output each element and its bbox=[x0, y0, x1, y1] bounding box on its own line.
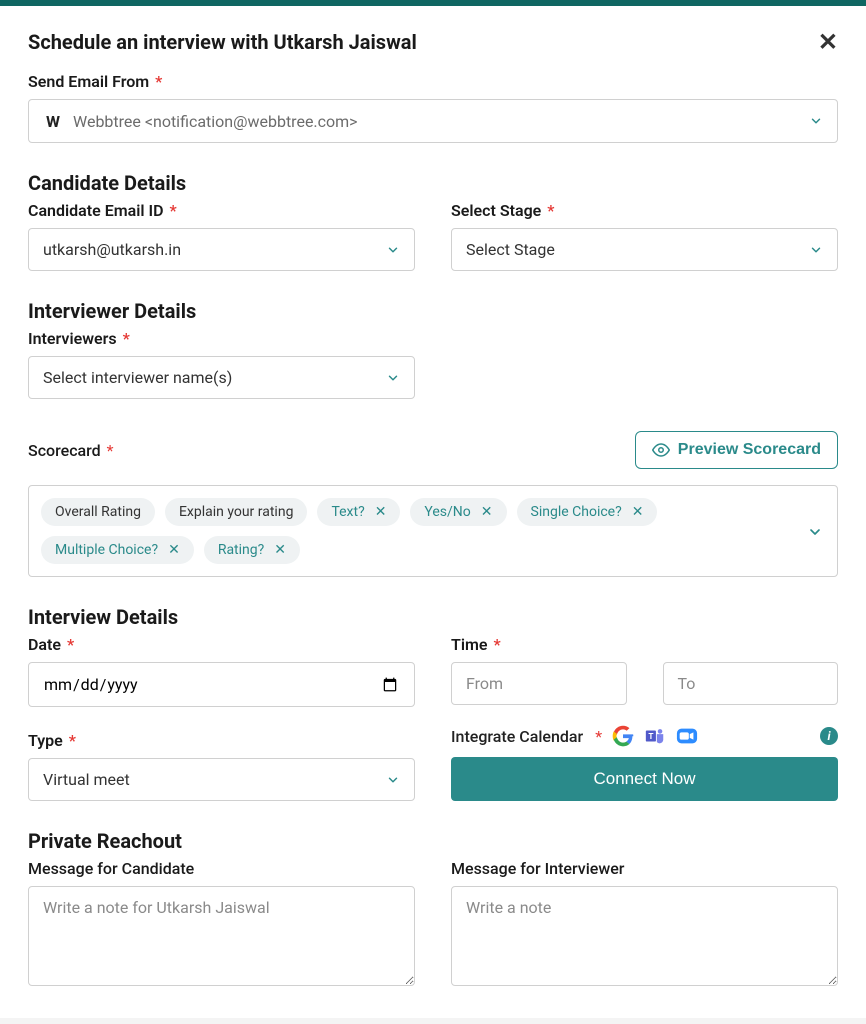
date-input[interactable] bbox=[28, 662, 415, 707]
time-label-text: Time bbox=[451, 635, 488, 654]
required-asterisk: * bbox=[107, 441, 114, 460]
chevron-down-icon bbox=[386, 243, 400, 257]
stage-placeholder: Select Stage bbox=[466, 240, 555, 259]
preview-scorecard-button[interactable]: Preview Scorecard bbox=[635, 431, 838, 469]
candidate-email-label-text: Candidate Email ID bbox=[28, 201, 164, 220]
chevron-down-icon bbox=[386, 773, 400, 787]
google-icon bbox=[612, 725, 634, 747]
integrate-label: Integrate Calendar bbox=[451, 727, 583, 746]
required-asterisk: * bbox=[67, 635, 74, 654]
send-from-label: Send Email From * bbox=[28, 72, 838, 91]
required-asterisk: * bbox=[155, 72, 162, 91]
required-asterisk: * bbox=[170, 201, 177, 220]
scorecard-label: Scorecard bbox=[28, 441, 101, 460]
required-asterisk: * bbox=[547, 201, 554, 220]
stage-select[interactable]: Select Stage bbox=[451, 228, 838, 271]
connect-now-button[interactable]: Connect Now bbox=[451, 757, 838, 801]
stage-label-text: Select Stage bbox=[451, 201, 541, 220]
zoom-icon bbox=[676, 725, 698, 747]
interviewers-select[interactable]: Select interviewer name(s) bbox=[28, 356, 415, 399]
svg-text:T: T bbox=[648, 732, 653, 742]
stage-label: Select Stage * bbox=[451, 201, 838, 220]
chip-label: Text? bbox=[331, 504, 364, 520]
scorecard-chip[interactable]: Text? ✕ bbox=[317, 498, 400, 526]
chevron-down-icon[interactable] bbox=[807, 524, 823, 540]
interviewers-label: Interviewers * bbox=[28, 329, 838, 348]
type-select[interactable]: Virtual meet bbox=[28, 758, 415, 801]
time-label: Time * bbox=[451, 635, 838, 654]
chip-label: Rating? bbox=[218, 542, 264, 558]
chevron-down-icon bbox=[386, 371, 400, 385]
chip-label: Single Choice? bbox=[531, 504, 622, 520]
chip-label: Overall Rating bbox=[55, 504, 141, 520]
info-icon[interactable]: i bbox=[820, 727, 838, 745]
preview-scorecard-label: Preview Scorecard bbox=[678, 441, 821, 459]
webbtree-logo-icon: W bbox=[43, 111, 63, 131]
scorecard-chip[interactable]: Overall Rating bbox=[41, 498, 155, 526]
chevron-down-icon bbox=[809, 114, 823, 128]
candidate-email-value: utkarsh@utkarsh.in bbox=[43, 240, 386, 259]
chip-remove-icon[interactable]: ✕ bbox=[274, 543, 286, 557]
interviewers-placeholder: Select interviewer name(s) bbox=[43, 368, 232, 387]
message-interviewer-textarea[interactable] bbox=[451, 886, 838, 986]
chevron-down-icon bbox=[809, 243, 823, 257]
candidate-email-label: Candidate Email ID * bbox=[28, 201, 415, 220]
chip-label: Multiple Choice? bbox=[55, 542, 158, 558]
scorecard-chip[interactable]: Multiple Choice? ✕ bbox=[41, 536, 194, 564]
eye-icon bbox=[652, 441, 670, 459]
interviewers-label-text: Interviewers bbox=[28, 329, 117, 348]
date-label: Date * bbox=[28, 635, 415, 654]
type-label: Type * bbox=[28, 731, 415, 750]
chip-remove-icon[interactable]: ✕ bbox=[481, 505, 493, 519]
time-from-input[interactable]: From bbox=[451, 662, 627, 705]
message-interviewer-label: Message for Interviewer bbox=[451, 859, 838, 878]
required-asterisk: * bbox=[123, 329, 130, 348]
close-icon[interactable]: ✕ bbox=[818, 30, 838, 54]
message-candidate-label: Message for Candidate bbox=[28, 859, 415, 878]
chip-remove-icon[interactable]: ✕ bbox=[632, 505, 644, 519]
scorecard-chip[interactable]: Single Choice? ✕ bbox=[517, 498, 658, 526]
scorecard-chip[interactable]: Rating? ✕ bbox=[204, 536, 300, 564]
schedule-interview-modal: Schedule an interview with Utkarsh Jaisw… bbox=[0, 6, 866, 1018]
type-label-text: Type bbox=[28, 731, 63, 750]
date-label-text: Date bbox=[28, 635, 61, 654]
chip-label: Yes/No bbox=[424, 504, 470, 520]
type-value: Virtual meet bbox=[43, 770, 386, 789]
chip-remove-icon[interactable]: ✕ bbox=[375, 505, 387, 519]
scorecard-chip[interactable]: Yes/No ✕ bbox=[410, 498, 506, 526]
required-asterisk: * bbox=[595, 727, 602, 746]
scorecard-chip[interactable]: Explain your rating bbox=[165, 498, 308, 526]
chip-label: Explain your rating bbox=[179, 504, 294, 520]
send-from-select[interactable]: W Webbtree <notification@webbtree.com> bbox=[28, 99, 838, 143]
candidate-details-heading: Candidate Details bbox=[28, 171, 838, 195]
modal-title: Schedule an interview with Utkarsh Jaisw… bbox=[28, 30, 417, 54]
candidate-email-select[interactable]: utkarsh@utkarsh.in bbox=[28, 228, 415, 271]
required-asterisk: * bbox=[493, 635, 500, 654]
teams-icon: T bbox=[644, 725, 666, 747]
interviewer-details-heading: Interviewer Details bbox=[28, 299, 838, 323]
send-from-value: Webbtree <notification@webbtree.com> bbox=[73, 112, 809, 131]
required-asterisk: * bbox=[69, 731, 76, 750]
chip-remove-icon[interactable]: ✕ bbox=[168, 543, 180, 557]
message-candidate-textarea[interactable] bbox=[28, 886, 415, 986]
scorecard-chips-box[interactable]: Overall Rating Explain your rating Text?… bbox=[28, 485, 838, 577]
interview-details-heading: Interview Details bbox=[28, 605, 838, 629]
send-from-label-text: Send Email From bbox=[28, 72, 149, 91]
time-to-input[interactable]: To bbox=[663, 662, 839, 705]
private-reachout-heading: Private Reachout bbox=[28, 829, 838, 853]
